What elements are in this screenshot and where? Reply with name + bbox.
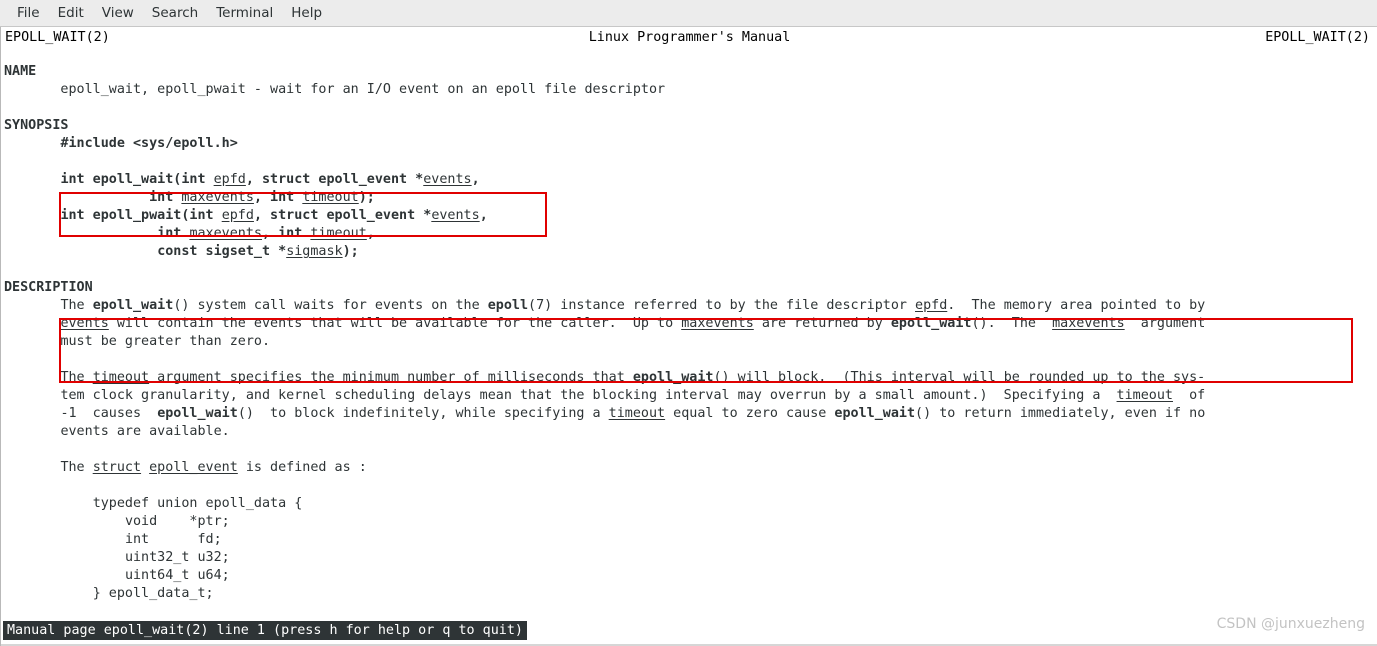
spacer-header <box>1 27 1205 45</box>
synopsis-line-1: int maxevents, int timeout); <box>149 190 375 205</box>
menu-item-search[interactable]: Search <box>143 2 207 24</box>
manpage-header-right: EPOLL_WAIT(2) <box>1265 30 1370 45</box>
description-line-9: The struct epoll_event is defined as : <box>60 460 367 475</box>
description-line-14: uint32_t u32; <box>124 550 230 565</box>
description-line-3 <box>1 351 1205 369</box>
menu-bar: File Edit View Search Terminal Help <box>0 0 1377 27</box>
description-line-5: tem clock granularity, and kernel schedu… <box>60 388 1206 403</box>
synopsis-include-line: #include <sys/epoll.h> <box>60 136 238 151</box>
name-body-line: epoll_wait, epoll_pwait - wait for an I/… <box>4 82 666 97</box>
menu-item-file[interactable]: File <box>8 2 49 24</box>
description-line-15: uint64_t u64; <box>124 568 230 583</box>
manpage-body: NAME epoll_wait, epoll_pwait - wait for … <box>1 27 1205 603</box>
synopsis-line-2: int epoll_pwait(int epfd, struct epoll_e… <box>60 208 488 223</box>
terminal-screen[interactable]: EPOLL_WAIT(2) Linux Programmer's Manual … <box>0 27 1377 646</box>
menu-item-view[interactable]: View <box>93 2 143 24</box>
description-line-8 <box>1 441 1205 459</box>
description-line-0: The epoll_wait() system call waits for e… <box>60 298 1206 313</box>
section-heading-description: DESCRIPTION <box>4 280 93 295</box>
synopsis-line-3: int maxevents, int timeout, <box>157 226 375 241</box>
section-heading-synopsis: SYNOPSIS <box>4 118 69 133</box>
description-line-1: events will contain the events that will… <box>60 316 1206 331</box>
description-line-2: must be greater than zero. <box>60 334 271 349</box>
menu-item-help[interactable]: Help <box>282 2 331 24</box>
description-line-13: int fd; <box>124 532 222 547</box>
synopsis-line-0: int epoll_wait(int epfd, struct epoll_ev… <box>60 172 480 187</box>
description-line-16: } epoll_data_t; <box>92 586 214 601</box>
csdn-watermark: CSDN @junxuezheng <box>1216 616 1365 632</box>
synopsis-line-4: const sigset_t *sigmask); <box>157 244 359 259</box>
menu-item-edit[interactable]: Edit <box>49 2 93 24</box>
description-line-10 <box>1 477 1205 495</box>
description-line-7: events are available. <box>60 424 230 439</box>
description-line-4: The timeout argument specifies the minim… <box>60 370 1206 385</box>
less-status-bar: Manual page epoll_wait(2) line 1 (press … <box>3 621 527 640</box>
description-line-12: void *ptr; <box>124 514 230 529</box>
section-heading-name: NAME <box>4 64 37 79</box>
description-line-11: typedef union epoll_data { <box>92 496 303 511</box>
description-line-6: -1 causes epoll_wait() to block indefini… <box>60 406 1206 421</box>
menu-item-terminal[interactable]: Terminal <box>207 2 282 24</box>
